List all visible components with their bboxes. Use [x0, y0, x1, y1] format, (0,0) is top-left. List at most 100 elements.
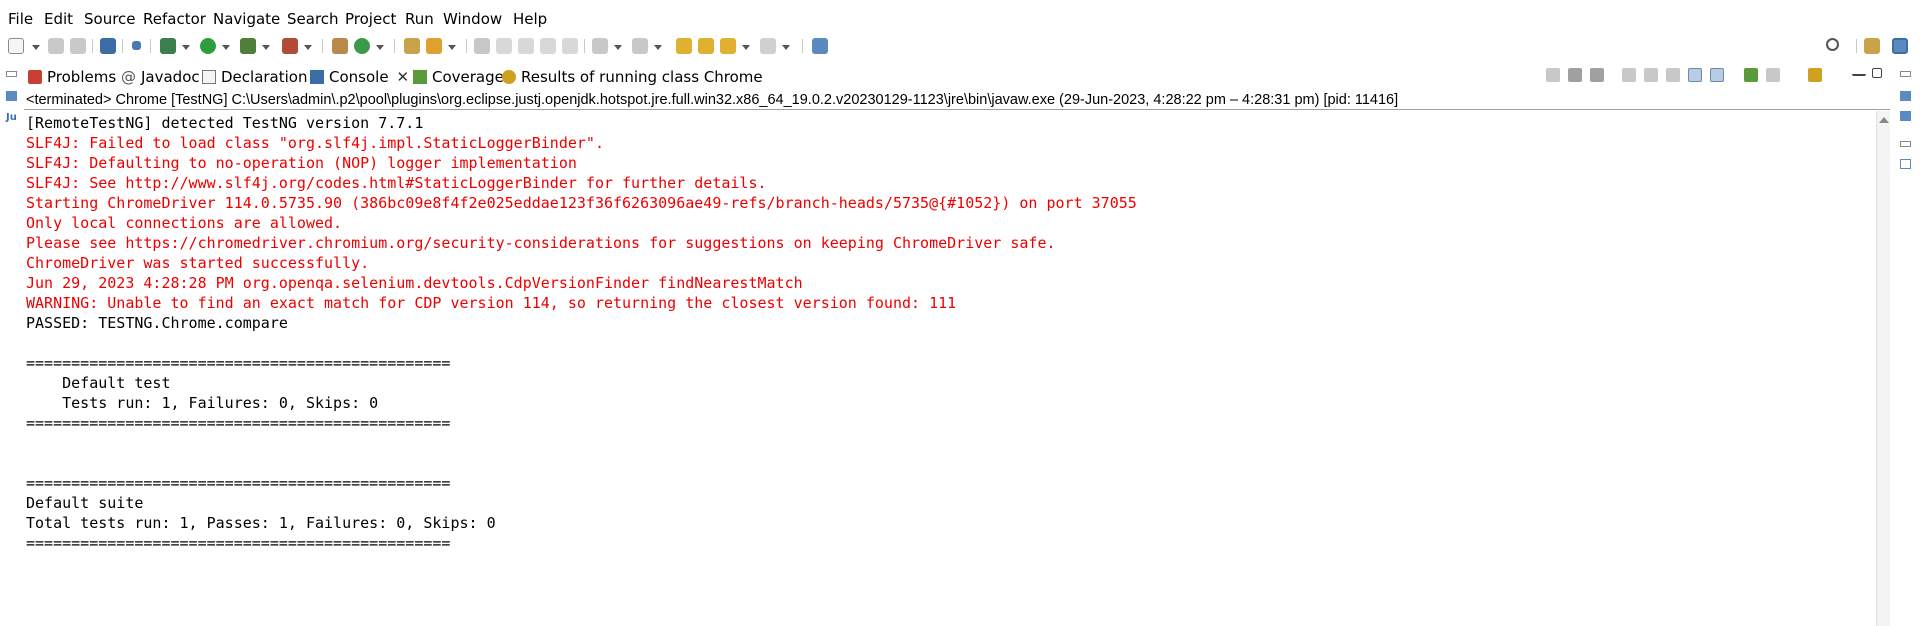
back-dropdown-icon[interactable]	[742, 45, 750, 50]
remove-launch-icon[interactable]	[1568, 68, 1582, 82]
maximize-icon[interactable]	[1872, 68, 1882, 78]
scroll-up-icon[interactable]	[1879, 117, 1889, 123]
new-icon[interactable]	[8, 38, 24, 54]
console-line: ========================================…	[26, 474, 451, 492]
debug-icon[interactable]	[160, 38, 176, 54]
new-java-class-dropdown-icon[interactable]	[376, 45, 384, 50]
pin-editor-icon[interactable]	[812, 38, 828, 54]
next-annotation-dropdown-icon[interactable]	[614, 45, 622, 50]
back-nav-icon[interactable]	[720, 38, 736, 54]
show-on-stderr-icon[interactable]	[1710, 68, 1724, 82]
debug-dropdown-icon[interactable]	[182, 45, 190, 50]
menu-run[interactable]: Run	[405, 10, 434, 28]
menu-source[interactable]: Source	[84, 10, 136, 28]
forward-icon[interactable]	[760, 38, 776, 54]
minimize-icon[interactable]	[1852, 68, 1866, 76]
run-dropdown-icon[interactable]	[222, 45, 230, 50]
console-line: Default suite	[26, 494, 144, 512]
close-icon[interactable]: ✕	[397, 68, 410, 86]
search-dropdown-icon[interactable]	[448, 45, 456, 50]
console-line: Default test	[26, 374, 171, 392]
new-java-package-icon[interactable]	[332, 38, 348, 54]
show-whitespace-icon[interactable]	[562, 38, 578, 54]
console-output[interactable]: [RemoteTestNG] detected TestNG version 7…	[24, 111, 1876, 626]
restore-icon[interactable]	[6, 71, 17, 77]
restore-icon[interactable]	[1900, 141, 1911, 147]
last-edit-location-icon[interactable]	[676, 38, 692, 54]
problems-icon	[28, 70, 42, 84]
menu-navigate[interactable]: Navigate	[213, 10, 280, 28]
console-line: ========================================…	[26, 534, 451, 552]
view-tab-bar: Problems @ Javadoc Declaration Console ✕…	[24, 63, 1890, 89]
tab-problems[interactable]: Problems	[28, 66, 116, 88]
tab-console[interactable]: Console ✕	[310, 66, 410, 88]
console-scrollbar[interactable]	[1876, 111, 1890, 626]
javadoc-icon: @	[121, 68, 136, 86]
console-line: ChromeDriver was started successfully.	[26, 254, 370, 272]
console-line: SLF4J: See http://www.slf4j.org/codes.ht…	[26, 174, 767, 192]
save-icon[interactable]	[48, 38, 64, 54]
open-console-icon[interactable]	[1808, 68, 1822, 82]
skip-breakpoints-icon[interactable]	[132, 41, 141, 50]
tab-coverage[interactable]: Coverage	[413, 66, 504, 88]
hierarchy-icon[interactable]	[6, 91, 17, 101]
left-trim-bar: Ju	[0, 63, 22, 626]
restore-icon[interactable]	[1900, 71, 1911, 77]
search-icon[interactable]	[1826, 38, 1839, 51]
console-line: Jun 29, 2023 4:28:28 PM org.openqa.selen…	[26, 274, 803, 292]
toggle-breadcrumb-icon[interactable]	[496, 38, 512, 54]
properties-icon[interactable]	[1900, 159, 1911, 169]
previous-annotation-icon[interactable]	[632, 38, 648, 54]
run-icon[interactable]	[200, 38, 216, 54]
external-tools-icon[interactable]	[282, 38, 298, 54]
word-wrap-icon[interactable]	[518, 38, 534, 54]
pin-console-icon[interactable]	[1744, 68, 1758, 82]
menu-project[interactable]: Project	[345, 10, 396, 28]
console-line: ========================================…	[26, 414, 451, 432]
menu-window[interactable]: Window	[443, 10, 502, 28]
block-selection-icon[interactable]	[540, 38, 556, 54]
show-on-stdout-icon[interactable]	[1688, 68, 1702, 82]
open-perspective-icon[interactable]	[1864, 38, 1880, 54]
back-icon[interactable]	[698, 38, 714, 54]
terminate-icon[interactable]	[1546, 68, 1560, 82]
java-perspective-icon[interactable]	[1892, 38, 1908, 54]
tab-label: Javadoc	[141, 68, 200, 86]
open-type-icon[interactable]	[404, 38, 420, 54]
toggle-mark-occurrences-icon[interactable]	[474, 38, 490, 54]
task-list-icon[interactable]	[1900, 111, 1911, 121]
menu-help[interactable]: Help	[513, 10, 547, 28]
console-line: SLF4J: Defaulting to no-operation (NOP) …	[26, 154, 577, 172]
menu-file[interactable]: File	[8, 10, 33, 28]
tab-testng-results[interactable]: Results of running class Chrome	[502, 66, 763, 88]
outline-icon[interactable]	[1900, 91, 1911, 101]
menu-edit[interactable]: Edit	[44, 10, 73, 28]
console-line: Only local connections are allowed.	[26, 214, 343, 232]
terminal-icon[interactable]	[100, 38, 116, 54]
previous-annotation-dropdown-icon[interactable]	[654, 45, 662, 50]
new-java-class-icon[interactable]	[354, 38, 370, 54]
toolbar-separator	[122, 39, 123, 53]
scroll-lock-icon[interactable]	[1644, 68, 1658, 82]
remove-all-terminated-icon[interactable]	[1590, 68, 1604, 82]
display-console-icon[interactable]	[1766, 68, 1780, 82]
menu-bar: File Edit Source Refactor Navigate Searc…	[0, 0, 1920, 37]
new-dropdown-icon[interactable]	[32, 45, 40, 50]
tab-javadoc[interactable]: @ Javadoc	[121, 66, 200, 88]
forward-dropdown-icon[interactable]	[782, 45, 790, 50]
menu-search[interactable]: Search	[287, 10, 339, 28]
save-all-icon[interactable]	[70, 38, 86, 54]
word-wrap-console-icon[interactable]	[1666, 68, 1680, 82]
coverage-dropdown-icon[interactable]	[262, 45, 270, 50]
external-tools-dropdown-icon[interactable]	[304, 45, 312, 50]
toolbar-separator	[1856, 39, 1857, 53]
menu-refactor[interactable]: Refactor	[143, 10, 206, 28]
tab-declaration[interactable]: Declaration	[202, 66, 307, 88]
coverage-run-icon[interactable]	[240, 38, 256, 54]
junit-icon[interactable]: Ju	[6, 113, 17, 123]
next-annotation-icon[interactable]	[592, 38, 608, 54]
clear-console-icon[interactable]	[1622, 68, 1636, 82]
console-line: ========================================…	[26, 354, 451, 372]
search-toolbar-icon[interactable]	[426, 38, 442, 54]
console-line: PASSED: TESTNG.Chrome.compare	[26, 314, 288, 332]
